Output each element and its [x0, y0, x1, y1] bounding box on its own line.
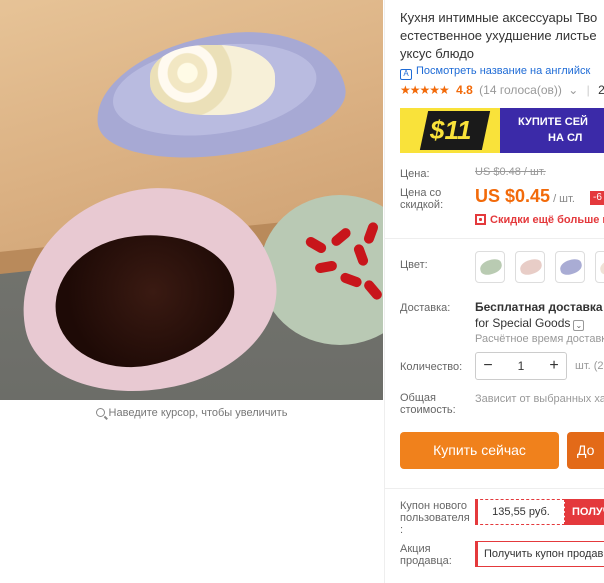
- sale-price-label-line: скидкой:: [400, 199, 444, 211]
- leaf-bowl-thumbnail: [478, 257, 504, 277]
- rating-row: ★★★★★ 4.8 (14 голоса(ов)) ⌄ | 22: [400, 83, 604, 97]
- chevron-down-icon[interactable]: ⌄: [568, 83, 578, 97]
- column-divider: [384, 0, 385, 583]
- discount-badge: -6: [590, 191, 604, 205]
- quantity-decrease-button[interactable]: −: [476, 353, 500, 379]
- banner-text-line: НА СЛ: [548, 132, 583, 144]
- product-title-line: естественное ухудшение листье: [400, 28, 597, 43]
- product-info-panel: Кухня интимные аксессуары Тво естественн…: [384, 0, 604, 583]
- zoom-hint-text: Наведите курсор, чтобы увеличить: [108, 407, 288, 419]
- sale-price-label: Цена со скидкой:: [400, 187, 443, 211]
- translate-icon: A: [400, 69, 412, 80]
- price-label: Цена:: [400, 168, 430, 180]
- shipping-label: Доставка:: [400, 302, 451, 314]
- color-swatch-beige[interactable]: [595, 251, 604, 283]
- product-main-image[interactable]: [0, 0, 383, 400]
- color-swatch-pink[interactable]: [515, 251, 545, 283]
- stock-info: шт. (29: [575, 360, 604, 372]
- delivery-estimate: Расчётное время доставк: [475, 333, 604, 345]
- separator: |: [586, 83, 590, 97]
- add-to-cart-button[interactable]: До: [567, 432, 604, 469]
- shipping-method-selector[interactable]: for Special Goods ⌄: [475, 316, 585, 331]
- total-label-line: стоимость:: [400, 404, 456, 416]
- banner-text: КУПИТЕ СЕЙ НА СЛ: [518, 114, 588, 146]
- color-swatch-green[interactable]: [475, 251, 505, 283]
- promo-label-line: продавца:: [400, 555, 452, 567]
- sale-price: US $0.45/ шт.: [475, 186, 575, 207]
- seller-promo-label: Акция продавца:: [400, 543, 452, 567]
- section-divider: [384, 238, 604, 239]
- leaf-bowl-thumbnail: [558, 257, 584, 277]
- leaf-bowl-thumbnail: [598, 257, 604, 277]
- qr-code-icon: [475, 214, 486, 225]
- get-coupon-button[interactable]: ПОЛУЧ: [565, 499, 604, 525]
- sale-price-label-line: Цена со: [400, 187, 442, 199]
- total-label: Общая стоимость:: [400, 392, 456, 416]
- product-title-line: Кухня интимные аксессуары Тво: [400, 10, 598, 25]
- section-divider: [384, 488, 604, 489]
- app-discount-link[interactable]: Скидки ещё больше в: [475, 214, 604, 226]
- rating-value: 4.8: [456, 83, 473, 97]
- product-title: Кухня интимные аксессуары Тво естественн…: [400, 9, 604, 63]
- banner-amount: $11: [430, 115, 472, 145]
- quantity-stepper: − 1 +: [475, 352, 567, 380]
- promo-banner[interactable]: $11 КУПИТЕ СЕЙ НА СЛ: [400, 108, 604, 153]
- color-label: Цвет:: [400, 259, 428, 271]
- product-title-line: уксус блюдо: [400, 46, 475, 61]
- original-price: US $0.48 / шт.: [475, 166, 546, 178]
- promo-label-line: Акция: [400, 543, 431, 555]
- coupon-label-line: Купон нового: [400, 500, 468, 512]
- chevron-down-icon[interactable]: ⌄: [573, 320, 585, 331]
- new-user-coupon-label: Купон нового пользователя :: [400, 500, 470, 536]
- get-seller-coupon-button[interactable]: Получить купон продав: [475, 541, 604, 567]
- coupon-amount-badge: $11: [419, 111, 491, 150]
- translate-link-text[interactable]: Посмотреть название на английск: [416, 65, 590, 77]
- quantity-increase-button[interactable]: +: [542, 353, 566, 379]
- quantity-label: Количество:: [400, 361, 463, 373]
- sale-price-value: US $0.45: [475, 186, 551, 206]
- translate-title-link[interactable]: A Посмотреть название на английск: [400, 65, 590, 80]
- zoom-hint: Наведите курсор, чтобы увеличить: [0, 402, 383, 424]
- coupon-label-line: :: [400, 524, 404, 536]
- shipping-info: Бесплатная доставка в I: [475, 300, 604, 314]
- coupon-amount: 135,55 руб.: [475, 499, 565, 525]
- banner-text-line: КУПИТЕ СЕЙ: [518, 116, 588, 128]
- total-value: Зависит от выбранных хар: [475, 393, 604, 405]
- orders-count: 22: [598, 83, 604, 97]
- leaf-bowl-thumbnail: [518, 257, 544, 277]
- magnifier-icon: [95, 408, 105, 417]
- rating-stars-icon: ★★★★★: [400, 83, 450, 97]
- coupon-label-line: пользователя: [400, 512, 470, 524]
- quantity-input[interactable]: 1: [500, 353, 542, 379]
- color-swatch-blue[interactable]: [555, 251, 585, 283]
- chopped-garlic: [150, 45, 275, 115]
- total-label-line: Общая: [400, 392, 436, 404]
- price-unit: / шт.: [553, 193, 575, 205]
- buy-now-button[interactable]: Купить сейчас: [400, 432, 559, 469]
- reviews-count-link[interactable]: (14 голоса(ов)): [479, 83, 562, 97]
- app-discount-text[interactable]: Скидки ещё больше в: [490, 214, 604, 226]
- shipping-method[interactable]: for Special Goods: [475, 316, 570, 330]
